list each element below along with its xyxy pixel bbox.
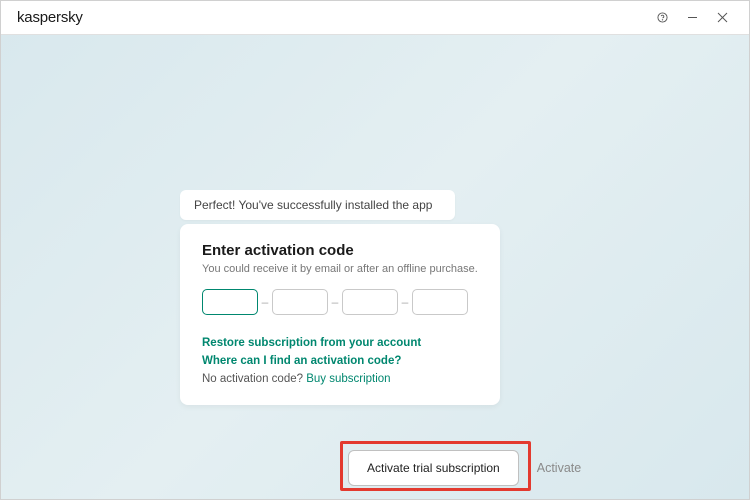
install-success-toast: Perfect! You've successfully installed t… [180,190,455,220]
close-button[interactable] [707,1,737,34]
footer-buttons: Activate trial subscription Activate [348,450,587,486]
no-code-prefix: No activation code? [202,373,306,385]
code-segment-1[interactable] [202,289,258,315]
code-segment-4[interactable] [412,289,468,315]
title-bar: kaspersky [1,1,749,35]
restore-subscription-link[interactable]: Restore subscription from your account [202,337,478,349]
no-code-text: No activation code? Buy subscription [202,373,478,385]
segment-separator: – [328,295,342,309]
activate-trial-button[interactable]: Activate trial subscription [348,450,519,486]
activation-code-row: – – – [202,289,478,315]
code-segment-3[interactable] [342,289,398,315]
help-icon [657,12,668,23]
find-activation-code-link[interactable]: Where can I find an activation code? [202,355,478,367]
app-window: kaspersky Perfect! You've successfully i… [0,0,750,500]
help-button[interactable] [647,1,677,34]
buy-subscription-link[interactable]: Buy subscription [306,373,390,385]
minimize-button[interactable] [677,1,707,34]
card-heading: Enter activation code [202,242,478,259]
segment-separator: – [258,295,272,309]
activate-button[interactable]: Activate [531,451,587,485]
minimize-icon [687,12,698,23]
content-area: Perfect! You've successfully installed t… [1,35,749,499]
activation-card: Enter activation code You could receive … [180,224,500,405]
code-segment-2[interactable] [272,289,328,315]
card-subtitle: You could receive it by email or after a… [202,263,478,275]
segment-separator: – [398,295,412,309]
brand-logo: kaspersky [17,9,83,26]
close-icon [717,12,728,23]
